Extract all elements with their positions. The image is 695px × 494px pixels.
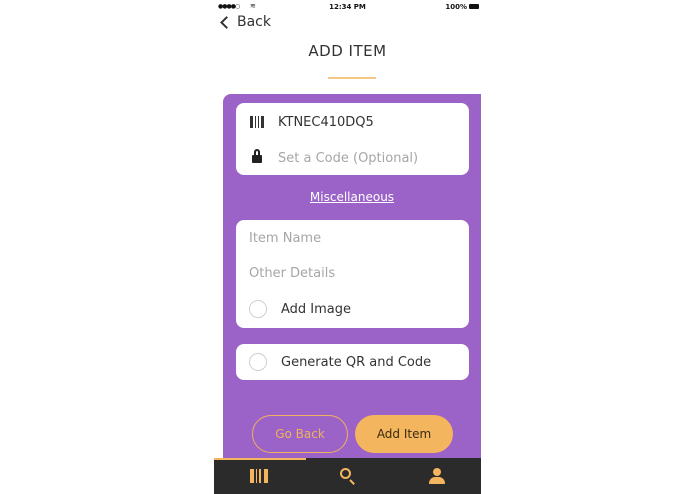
tab-profile[interactable] <box>392 458 481 494</box>
battery-percent: 100% <box>445 3 467 11</box>
profile-icon <box>428 468 445 484</box>
set-code-field[interactable]: Set a Code (Optional) <box>236 143 469 173</box>
item-details-box: Item Name Other Details Add Image <box>236 220 469 328</box>
item-code-value: KTNEC410DQ5 <box>278 114 374 130</box>
battery-icon <box>469 4 479 9</box>
back-label: Back <box>237 14 271 30</box>
generate-qr-label: Generate QR and Code <box>281 354 432 370</box>
set-code-placeholder: Set a Code (Optional) <box>278 150 419 166</box>
tab-scan[interactable] <box>214 458 303 494</box>
code-box: KTNEC410DQ5 Set a Code (Optional) <box>236 103 469 175</box>
page-title: ADD ITEM <box>308 42 387 60</box>
barcode-icon <box>249 469 268 483</box>
generate-qr-box: Generate QR and Code <box>236 344 469 380</box>
tab-bar <box>214 458 481 494</box>
title-underline <box>328 77 376 79</box>
add-image-radio[interactable] <box>249 300 267 318</box>
category-link[interactable]: Miscellaneous <box>223 190 481 204</box>
back-button[interactable]: Back <box>218 12 271 32</box>
add-image-label: Add Image <box>281 301 352 317</box>
other-details-input[interactable]: Other Details <box>249 266 335 281</box>
phone-screen: ●●●●○ ≋ 12:34 PM 100% Back ADD ITEM KTNE… <box>214 0 481 494</box>
item-name-input[interactable]: Item Name <box>249 231 321 246</box>
add-image-option[interactable]: Add Image <box>249 300 351 318</box>
add-item-panel: KTNEC410DQ5 Set a Code (Optional) Miscel… <box>223 94 481 464</box>
chevron-left-icon <box>220 15 233 29</box>
barcode-icon <box>250 116 264 128</box>
search-icon <box>339 468 356 485</box>
go-back-button[interactable]: Go Back <box>252 415 348 453</box>
generate-qr-radio[interactable] <box>249 353 267 371</box>
lock-icon <box>252 149 262 163</box>
add-item-button[interactable]: Add Item <box>355 415 453 453</box>
code-row[interactable]: KTNEC410DQ5 <box>236 107 469 137</box>
tab-search[interactable] <box>303 458 392 494</box>
generate-qr-option[interactable]: Generate QR and Code <box>249 353 431 371</box>
status-time: 12:34 PM <box>329 3 366 11</box>
